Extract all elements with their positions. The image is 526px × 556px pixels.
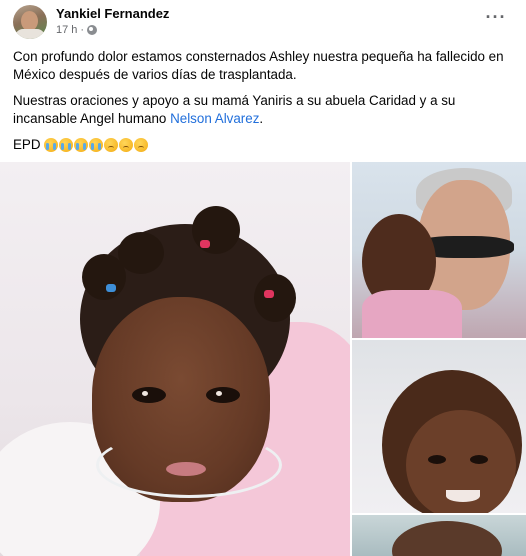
left-eye	[132, 387, 166, 403]
hair-band	[106, 284, 116, 292]
partial-photo-subject	[392, 521, 502, 556]
crying-face-icon	[88, 138, 103, 152]
photo-main[interactable]	[0, 162, 350, 556]
post-paragraph-1: Con profundo dolor estamos consternados …	[13, 49, 504, 82]
nasal-tube	[96, 432, 282, 498]
hair-band	[200, 240, 210, 248]
post-text: Con profundo dolor estamos consternados …	[13, 48, 513, 163]
crying-face-icon	[58, 138, 73, 152]
photo-top-right[interactable]	[352, 162, 526, 338]
hair-bun	[192, 206, 240, 254]
tagged-user-link[interactable]: Nelson Alvarez	[170, 111, 259, 126]
globe-icon	[87, 25, 98, 35]
author-avatar[interactable]	[13, 5, 47, 39]
sad-face-icon	[118, 138, 133, 152]
crying-face-icon	[43, 138, 58, 152]
hair-bun	[254, 274, 296, 322]
hair-band	[264, 290, 274, 298]
avatar-face	[21, 11, 38, 31]
right-eye	[206, 387, 240, 403]
post-time[interactable]: 17 h	[56, 24, 77, 36]
photo-grid	[0, 162, 526, 556]
post-paragraph-3: EPD	[13, 136, 513, 154]
photo-middle-right[interactable]	[352, 340, 526, 513]
avatar-shirt	[15, 29, 45, 39]
epd-text: EPD	[13, 137, 41, 152]
sad-face-icon	[133, 138, 148, 152]
sad-face-icon	[103, 138, 118, 152]
post-meta: 17 h ·	[56, 24, 98, 36]
post-paragraph-2-end: .	[259, 110, 264, 126]
hair-bun	[82, 254, 126, 300]
crying-face-icon	[73, 138, 88, 152]
emoji-row	[43, 138, 148, 152]
left-eye	[428, 455, 446, 464]
hair-bun	[118, 232, 164, 274]
more-options-button[interactable]: ···	[483, 8, 509, 31]
right-eye	[470, 455, 488, 464]
author-name[interactable]: Yankiel Fernandez	[56, 6, 169, 21]
post-paragraph-2: Nuestras oraciones y apoyo a su mamá Yan…	[13, 92, 513, 127]
photo-bottom-right[interactable]	[352, 515, 526, 556]
post-header: Yankiel Fernandez 17 h · ···	[0, 0, 526, 46]
smile	[446, 490, 480, 502]
meta-separator: ·	[80, 24, 85, 36]
girl-shirt	[362, 290, 462, 338]
